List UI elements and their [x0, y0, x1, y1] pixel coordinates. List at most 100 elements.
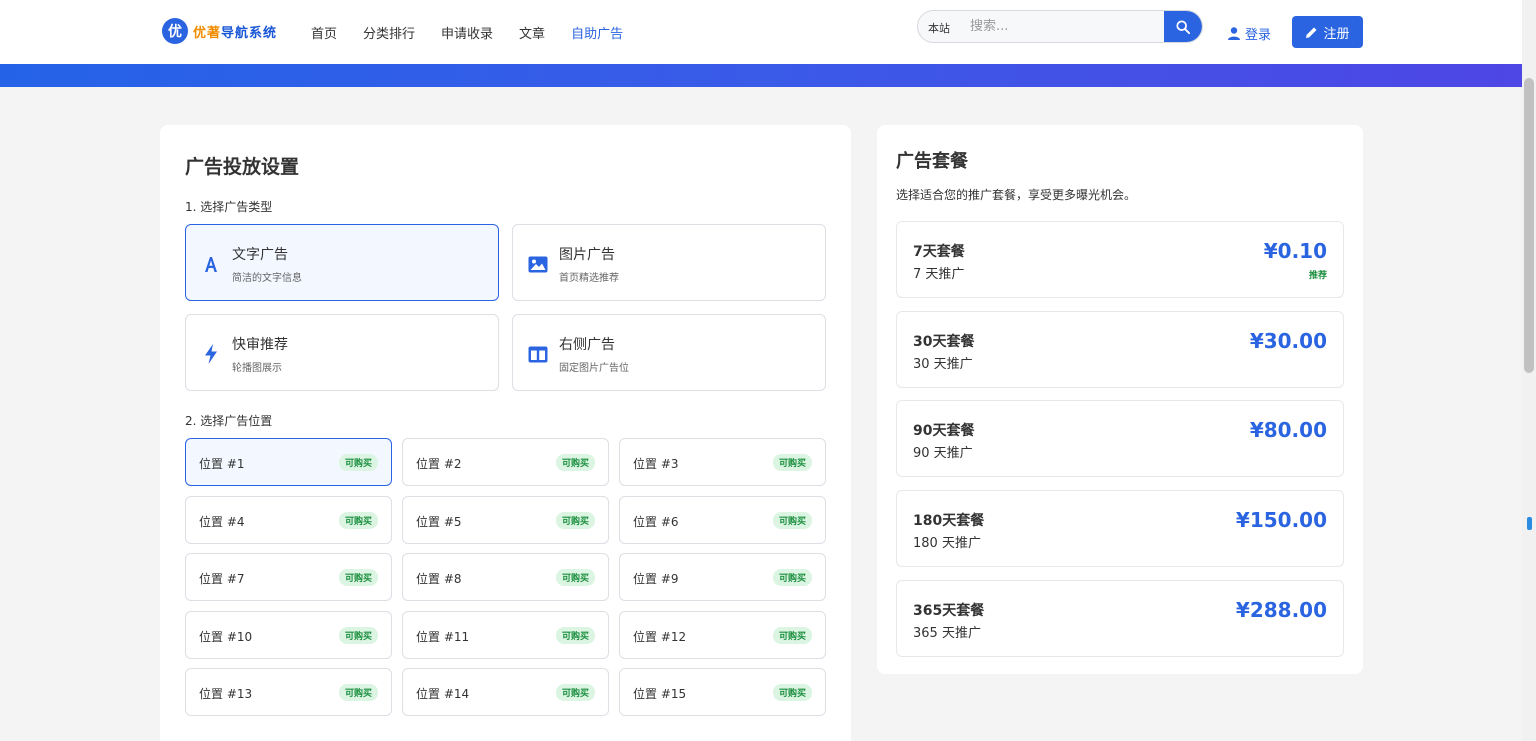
- ad-type-title: 快审推荐: [232, 337, 288, 353]
- position-name: 位置 #8: [416, 572, 462, 586]
- position-option-2[interactable]: 位置 #2 可购买: [402, 438, 609, 486]
- ad-type-desc: 固定图片广告位: [559, 363, 629, 374]
- status-badge: 可购买: [772, 454, 812, 471]
- position-option-8[interactable]: 位置 #8 可购买: [402, 553, 609, 601]
- step1-label: 1. 选择广告类型: [185, 200, 273, 214]
- position-option-13[interactable]: 位置 #13 可购买: [185, 668, 392, 716]
- login-label: 登录: [1245, 28, 1272, 43]
- position-option-1[interactable]: 位置 #1 可购买: [185, 438, 392, 486]
- ad-type-fast-review[interactable]: 快审推荐 轮播图展示: [185, 314, 499, 391]
- package-option-4[interactable]: 180天套餐 180 天推广 ¥150.00: [896, 490, 1344, 568]
- register-label: 注册: [1323, 26, 1350, 42]
- status-badge: 可购买: [555, 684, 595, 701]
- status-badge: 可购买: [338, 454, 378, 471]
- ad-type-title: 图片广告: [559, 247, 615, 263]
- position-name: 位置 #1: [199, 457, 245, 471]
- package-price: ¥150.00: [1235, 508, 1327, 533]
- nav-self-service-ads[interactable]: 自助广告: [571, 23, 623, 42]
- ad-settings-card: 广告投放设置 1. 选择广告类型 文字广告 简洁的文字信息 图片广告 首页精选推…: [160, 125, 851, 741]
- ad-type-title: 文字广告: [232, 247, 288, 263]
- packages-desc: 选择适合您的推广套餐，享受更多曝光机会。: [896, 188, 1137, 202]
- position-option-4[interactable]: 位置 #4 可购买: [185, 495, 392, 544]
- position-option-9[interactable]: 位置 #9 可购买: [619, 553, 826, 601]
- package-price: ¥30.00: [1249, 328, 1327, 353]
- columns-icon: [527, 343, 549, 365]
- bolt-icon: [200, 343, 222, 365]
- step2-label: 2. 选择广告位置: [185, 414, 273, 428]
- font-icon: [200, 253, 222, 275]
- login-link[interactable]: 登录: [1228, 24, 1271, 43]
- side-indicator: [1527, 517, 1532, 530]
- position-name: 位置 #7: [199, 572, 245, 586]
- ad-settings-title: 广告投放设置: [185, 156, 300, 178]
- nav-apply-listing[interactable]: 申请收录: [441, 23, 493, 42]
- package-name: 180天套餐: [913, 513, 985, 530]
- package-duration: 180 天推广: [913, 536, 981, 552]
- package-price: ¥0.10: [1263, 239, 1327, 263]
- register-button[interactable]: 注册: [1292, 16, 1363, 48]
- logo-text-part2: 导航系统: [221, 25, 278, 41]
- position-name: 位置 #2: [416, 457, 462, 471]
- position-option-5[interactable]: 位置 #5 可购买: [402, 495, 609, 544]
- package-price: ¥288.00: [1235, 597, 1327, 622]
- position-option-10[interactable]: 位置 #10 可购买: [185, 610, 392, 659]
- status-badge: 可购买: [555, 626, 595, 644]
- position-option-6[interactable]: 位置 #6 可购买: [619, 495, 826, 544]
- position-name: 位置 #3: [633, 457, 679, 471]
- logo-badge: 优: [162, 18, 188, 44]
- search-icon: [1176, 19, 1190, 34]
- package-name: 365天套餐: [913, 602, 985, 619]
- status-badge: 可购买: [338, 626, 378, 644]
- position-option-7[interactable]: 位置 #7 可购买: [185, 553, 392, 601]
- nav-articles[interactable]: 文章: [519, 23, 545, 42]
- search-scope-select[interactable]: 本站: [928, 20, 950, 36]
- logo-text: 优著导航系统: [193, 22, 277, 41]
- status-badge: 可购买: [555, 454, 595, 471]
- position-option-15[interactable]: 位置 #15 可购买: [619, 668, 826, 716]
- status-badge: 可购买: [338, 684, 378, 701]
- package-option-5[interactable]: 365天套餐 365 天推广 ¥288.00: [896, 579, 1344, 657]
- package-option-1[interactable]: 7天套餐 7 天推广 ¥0.10 推荐: [896, 221, 1344, 298]
- package-duration: 7 天推广: [913, 267, 965, 282]
- status-badge: 可购买: [772, 626, 812, 644]
- position-option-14[interactable]: 位置 #14 可购买: [402, 668, 609, 716]
- ad-type-image[interactable]: 图片广告 首页精选推荐: [512, 224, 826, 301]
- user-icon: [1228, 27, 1240, 40]
- package-price: ¥80.00: [1249, 418, 1327, 443]
- pencil-icon: [1306, 27, 1317, 38]
- position-option-11[interactable]: 位置 #11 可购买: [402, 610, 609, 659]
- status-badge: 可购买: [338, 511, 378, 529]
- search-button[interactable]: [1164, 11, 1202, 42]
- package-duration: 90 天推广: [913, 446, 973, 462]
- position-name: 位置 #13: [199, 687, 253, 701]
- search-input[interactable]: [970, 11, 1160, 42]
- package-name: 90天套餐: [913, 423, 975, 440]
- status-badge: 可购买: [772, 684, 812, 701]
- position-name: 位置 #11: [416, 629, 470, 644]
- position-option-12[interactable]: 位置 #12 可购买: [619, 610, 826, 659]
- position-name: 位置 #12: [633, 629, 687, 644]
- package-duration: 365 天推广: [913, 625, 981, 641]
- position-option-3[interactable]: 位置 #3 可购买: [619, 438, 826, 486]
- ad-type-sidebar[interactable]: 右侧广告 固定图片广告位: [512, 314, 826, 391]
- scrollbar-thumb[interactable]: [1524, 78, 1534, 373]
- ad-type-desc: 轮播图展示: [232, 363, 282, 374]
- ad-type-desc: 首页精选推荐: [559, 273, 619, 284]
- ad-type-desc: 简洁的文字信息: [232, 273, 302, 284]
- recommended-badge: 推荐: [1308, 271, 1327, 281]
- nav-home[interactable]: 首页: [311, 23, 337, 42]
- package-option-3[interactable]: 90天套餐 90 天推广 ¥80.00: [896, 400, 1344, 478]
- nav-category-ranking[interactable]: 分类排行: [363, 23, 415, 42]
- position-name: 位置 #6: [633, 514, 679, 529]
- site-logo[interactable]: 优 优著导航系统: [162, 18, 277, 44]
- status-badge: 可购买: [555, 511, 595, 529]
- package-option-2[interactable]: 30天套餐 30 天推广 ¥30.00: [896, 310, 1344, 388]
- main-nav: 首页 分类排行 申请收录 文章 自助广告: [311, 23, 623, 42]
- package-name: 30天套餐: [913, 333, 975, 350]
- search-box: 本站: [917, 10, 1203, 43]
- hero-banner: [0, 64, 1522, 87]
- position-name: 位置 #5: [416, 514, 462, 529]
- position-name: 位置 #9: [633, 572, 679, 586]
- page-scrollbar[interactable]: [1522, 0, 1536, 741]
- ad-type-text[interactable]: 文字广告 简洁的文字信息: [185, 224, 499, 301]
